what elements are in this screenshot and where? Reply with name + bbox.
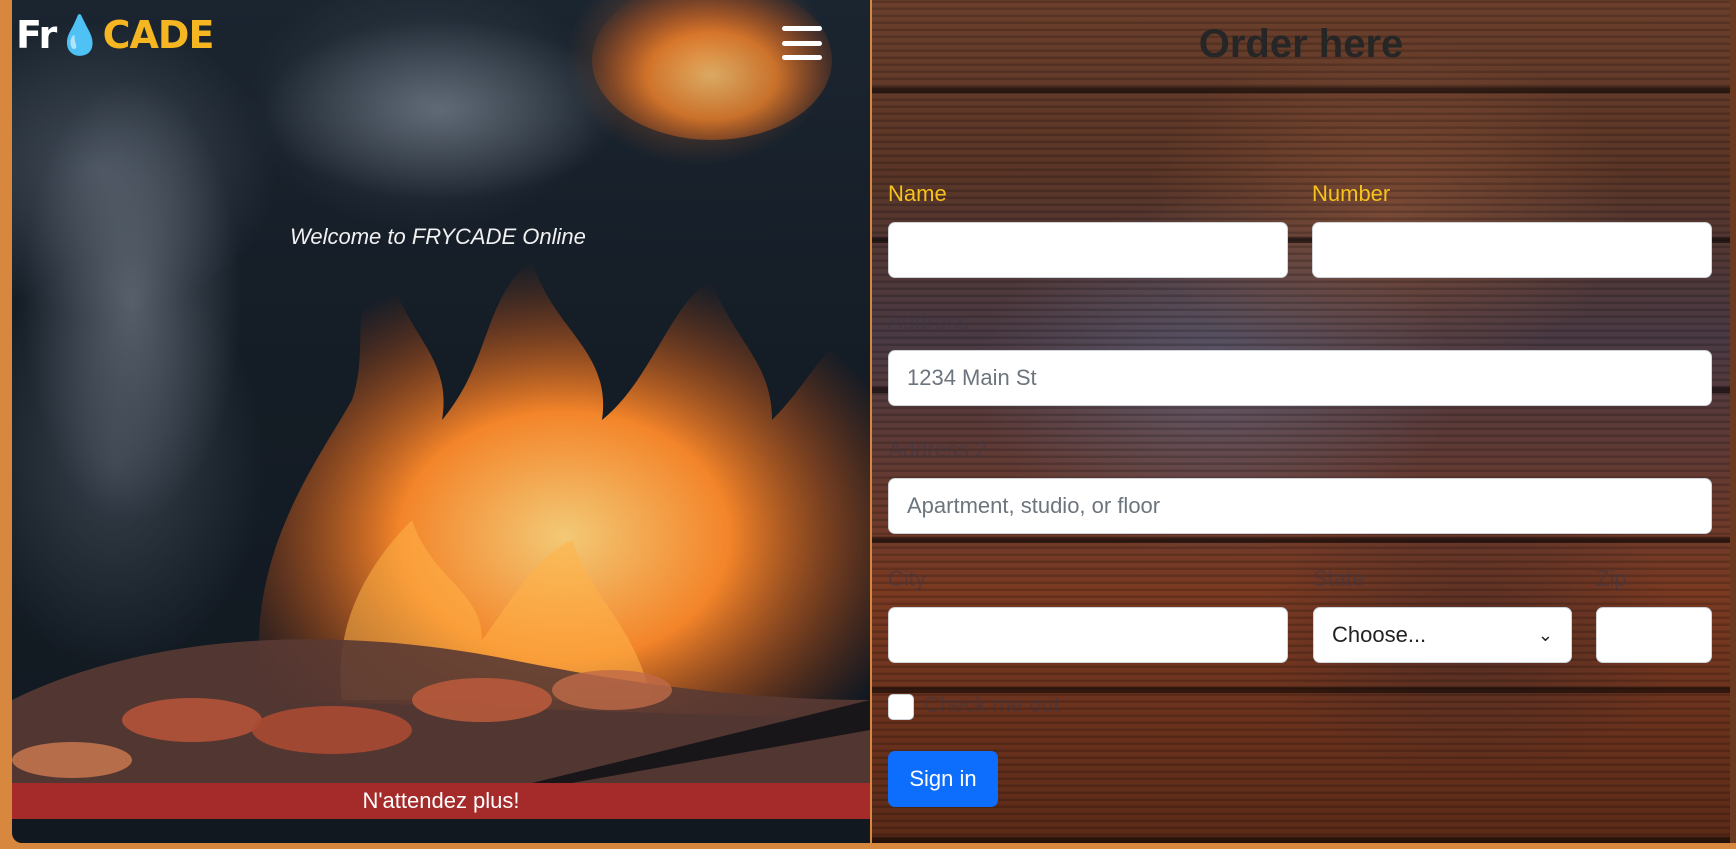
menu-bar [782,40,822,46]
state-label: State [1313,566,1365,591]
grill-food [552,670,672,710]
logo-text-start: Fr [16,13,57,57]
zip-label: Zip [1596,566,1627,591]
hero-panel: Fr💧CADE Welcome to FRYCADE Online N'atte… [12,0,870,843]
logo[interactable]: Fr💧CADE [16,13,215,57]
menu-bar [782,55,822,60]
chevron-down-icon: ⌄ [1537,624,1553,645]
city-label: City [888,566,926,591]
address2-label: Address 2 [888,437,988,462]
logo-text-end: CADE [102,13,215,57]
menu-bar [782,26,822,31]
city-input[interactable] [888,607,1288,663]
address2-input[interactable] [888,478,1712,534]
welcome-text: Welcome to FRYCADE Online [290,224,586,249]
sign-in-button[interactable]: Sign in [888,751,998,807]
checkbox-label: Check me out [924,692,1060,717]
number-input[interactable] [1312,222,1712,278]
name-label: Name [888,181,947,206]
promo-banner: N'attendez plus! [12,783,870,819]
smoke-plume [262,20,622,200]
grill-food [252,706,412,754]
flame [592,0,832,140]
order-panel: Order here Name Number Address Address 2… [872,0,1736,843]
state-select-value: Choose... [1332,622,1427,647]
address-input[interactable] [888,350,1712,406]
flame-drop-icon: 💧 [56,13,103,57]
check-me-out-checkbox[interactable] [888,694,914,720]
state-select[interactable]: Choose... ⌄ [1313,607,1572,663]
grill-food [122,698,262,742]
name-input[interactable] [888,222,1288,278]
address-label: Address [888,309,969,334]
smoke-plume [22,80,242,520]
hamburger-menu-icon[interactable] [782,26,822,60]
number-label: Number [1312,181,1391,206]
order-title: Order here [1198,22,1404,66]
grill-food [12,742,132,778]
grill-food [412,678,552,722]
fire-illustration [12,0,870,783]
zip-input[interactable] [1596,607,1712,663]
